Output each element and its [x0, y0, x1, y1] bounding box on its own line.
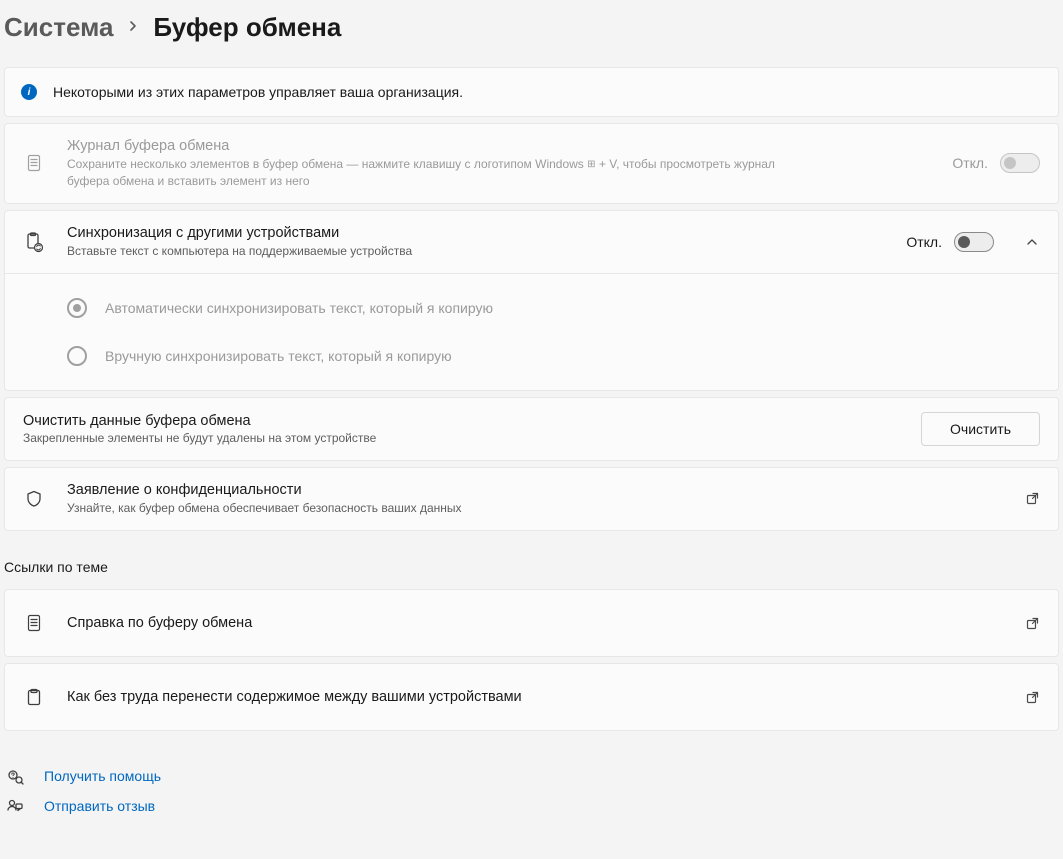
sync-option-manual: Вручную синхронизировать текст, который … — [5, 332, 1058, 380]
external-link-icon — [1024, 615, 1040, 631]
footer-links: Получить помощь Отправить отзыв — [0, 737, 1063, 845]
privacy-card[interactable]: Заявление о конфиденциальности Узнайте, … — [4, 467, 1059, 531]
radio-auto — [67, 298, 87, 318]
sync-toggle-label: Откл. — [906, 234, 942, 250]
related-link-title: Как без труда перенести содержимое между… — [67, 689, 1002, 705]
sync-header-row[interactable]: Синхронизация с другими устройствами Вст… — [5, 211, 1058, 273]
info-icon: i — [21, 84, 37, 100]
history-desc: Сохраните несколько элементов в буфер об… — [67, 156, 787, 189]
history-title: Журнал буфера обмена — [67, 138, 930, 154]
related-transfer-card[interactable]: Как без труда перенести содержимое между… — [4, 663, 1059, 731]
related-heading: Ссылки по теме — [0, 537, 1063, 589]
get-help-text: Получить помощь — [44, 768, 161, 784]
clear-button[interactable]: Очистить — [921, 412, 1040, 446]
sync-options: Автоматически синхронизировать текст, ко… — [5, 273, 1058, 390]
privacy-title: Заявление о конфиденциальности — [67, 482, 1002, 498]
clipboard-help-icon — [23, 612, 45, 634]
shield-icon — [23, 488, 45, 510]
sync-desc: Вставьте текст с компьютера на поддержив… — [67, 243, 787, 259]
clear-data-card: Очистить данные буфера обмена Закрепленн… — [4, 397, 1059, 461]
clipboard-list-icon — [23, 152, 45, 174]
feedback-icon — [4, 797, 26, 815]
related-help-card[interactable]: Справка по буферу обмена — [4, 589, 1059, 657]
external-link-icon — [1024, 689, 1040, 705]
sync-title: Синхронизация с другими устройствами — [67, 225, 884, 241]
breadcrumb-parent[interactable]: Система — [4, 12, 113, 43]
help-icon — [4, 767, 26, 785]
banner-text: Некоторыми из этих параметров управляет … — [53, 84, 463, 100]
history-toggle-label: Откл. — [952, 155, 988, 171]
sync-option-auto: Автоматически синхронизировать текст, ко… — [5, 284, 1058, 332]
radio-auto-label: Автоматически синхронизировать текст, ко… — [105, 300, 493, 316]
give-feedback-text: Отправить отзыв — [44, 798, 155, 814]
privacy-desc: Узнайте, как буфер обмена обеспечивает б… — [67, 500, 787, 516]
page-title: Буфер обмена — [153, 12, 341, 43]
clear-desc: Закрепленные элементы не будут удалены н… — [23, 431, 921, 445]
clipboard-history-card: Журнал буфера обмена Сохраните несколько… — [4, 123, 1059, 204]
related-link-title: Справка по буферу обмена — [67, 615, 1002, 631]
clipboard-icon — [23, 686, 45, 708]
chevron-right-icon — [127, 19, 139, 37]
history-toggle — [1000, 153, 1040, 173]
give-feedback-link[interactable]: Отправить отзыв — [4, 791, 1059, 821]
radio-manual — [67, 346, 87, 366]
get-help-link[interactable]: Получить помощь — [4, 761, 1059, 791]
sync-card: Синхронизация с другими устройствами Вст… — [4, 210, 1059, 391]
clear-title: Очистить данные буфера обмена — [23, 413, 921, 429]
clipboard-sync-icon — [23, 231, 45, 253]
sync-toggle[interactable] — [954, 232, 994, 252]
external-link-icon — [1024, 491, 1040, 507]
breadcrumb: Система Буфер обмена — [0, 0, 1063, 67]
chevron-up-icon[interactable] — [1024, 234, 1040, 250]
org-managed-banner: i Некоторыми из этих параметров управляе… — [4, 67, 1059, 117]
radio-manual-label: Вручную синхронизировать текст, который … — [105, 348, 452, 364]
